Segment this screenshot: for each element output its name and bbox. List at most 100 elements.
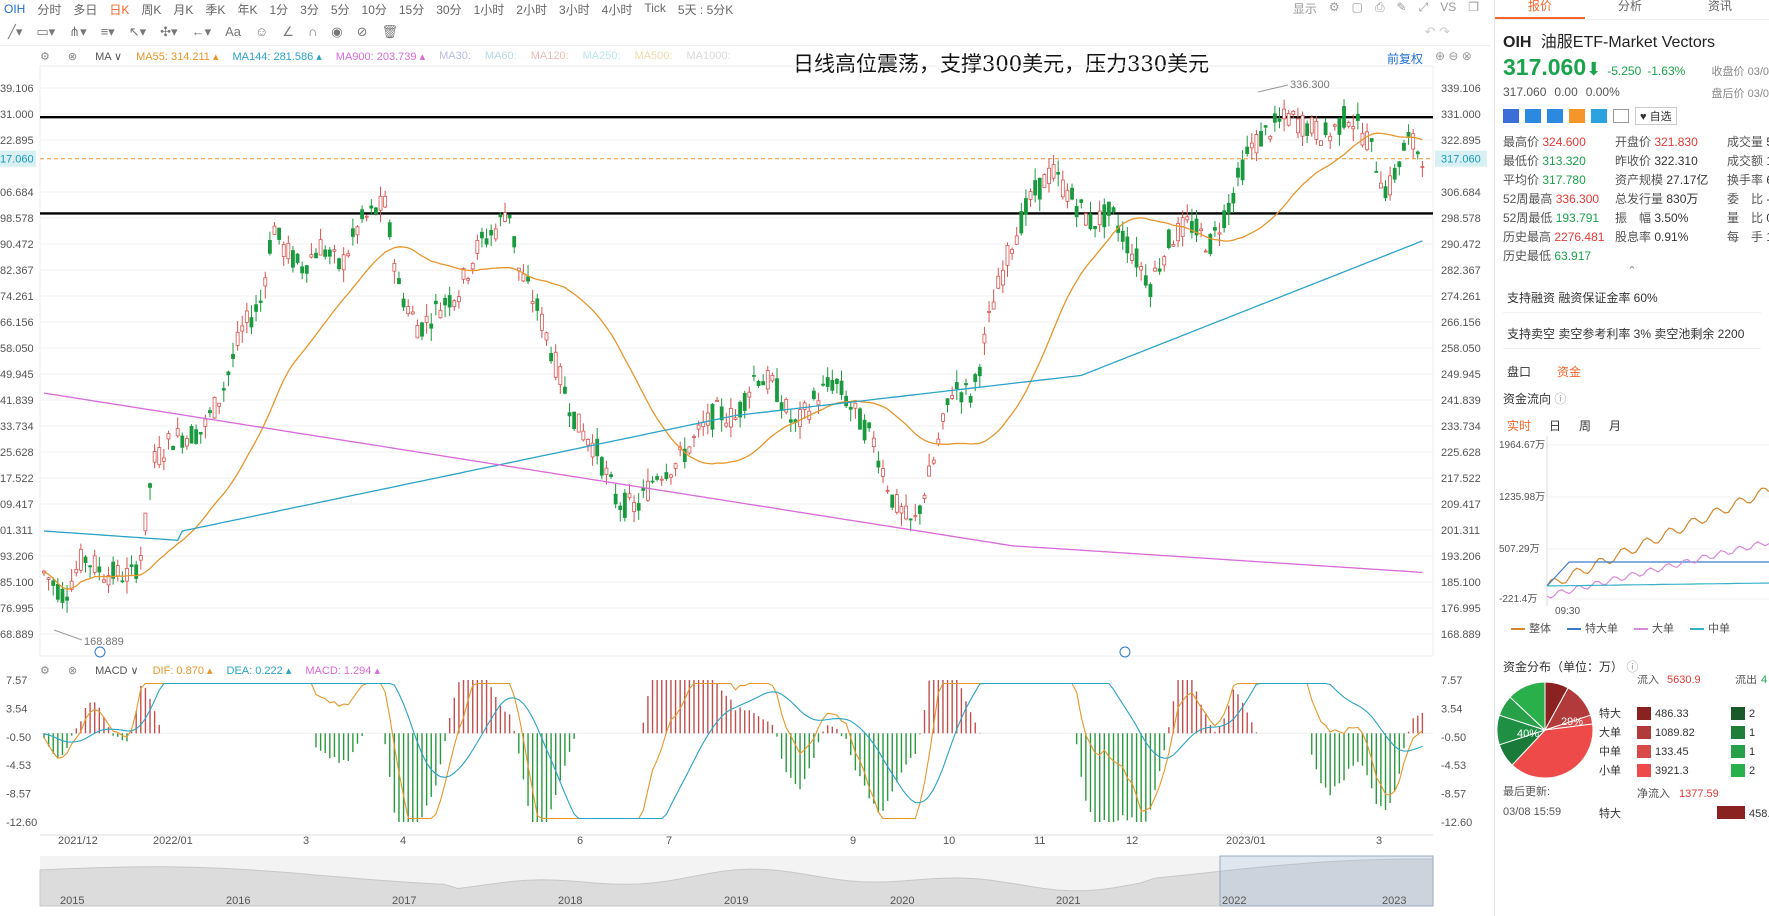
timeframe-11[interactable]: 15分 <box>393 1 430 18</box>
margin-banner[interactable]: 支持融资 融资保证金率 60% <box>1503 283 1761 313</box>
pen-icon[interactable]: ✎ <box>1397 0 1407 17</box>
timeframe-12[interactable]: 30分 <box>430 1 467 18</box>
arrow-tool-icon[interactable]: ↖▾ <box>129 24 146 40</box>
tab-news[interactable]: 资讯 <box>1675 0 1765 19</box>
macd-item-0[interactable]: MACD ∨ <box>95 664 139 677</box>
line-tool-icon[interactable]: ╱▾ <box>8 24 22 40</box>
chart-icon[interactable] <box>1525 109 1541 123</box>
tab-realtime[interactable]: 实时 <box>1507 417 1531 434</box>
ruler-icon[interactable]: ∠ <box>282 24 294 40</box>
tab-quote[interactable]: 报价 <box>1495 0 1585 19</box>
text-tool[interactable]: Aa <box>225 24 241 39</box>
timeframe-1[interactable]: 多日 <box>67 1 103 18</box>
ma-item-5[interactable]: MA60: <box>485 50 517 63</box>
tab-capital[interactable]: 资金 <box>1557 363 1581 380</box>
candle <box>171 445 175 451</box>
flow-legend-item-2[interactable]: 大单 <box>1634 620 1674 636</box>
timeframe-0[interactable]: 分时 <box>31 1 67 18</box>
price-tick: 266.156 <box>1441 317 1481 329</box>
price-chart[interactable]: 339.106331.000322.895306.684298.578290.4… <box>0 0 1490 916</box>
close-icon[interactable]: ⊗ <box>68 664 77 677</box>
candle <box>410 311 415 315</box>
fib-tool-icon[interactable]: ≡▾ <box>101 24 115 40</box>
camera-icon[interactable]: ⎙ <box>1375 0 1385 17</box>
fullscreen-icon[interactable]: ⤢ <box>1419 0 1429 17</box>
candle <box>881 468 885 477</box>
ma-item-3[interactable]: MA900: 203.739 ▴ <box>336 50 425 63</box>
symbol-label[interactable]: OIH <box>0 2 31 16</box>
timeframe-7[interactable]: 1分 <box>263 1 294 18</box>
info-icon[interactable]: ⓘ <box>1554 392 1566 406</box>
update-label: 最后更新: <box>1503 784 1550 798</box>
timeframe-6[interactable]: 年K <box>231 1 263 18</box>
short-banner[interactable]: 支持卖空 卖空参考利率 3% 卖空池剩余 2200 <box>1503 319 1761 349</box>
candle <box>1369 138 1374 142</box>
timeframe-4[interactable]: 月K <box>167 1 199 18</box>
magnet-icon[interactable]: ∩ <box>308 24 317 39</box>
timeframe-15[interactable]: 3小时 <box>553 1 596 18</box>
share-icon[interactable] <box>1591 109 1607 123</box>
dollar-icon[interactable] <box>1547 109 1563 123</box>
back-tool-icon[interactable]: ←▾ <box>192 24 212 40</box>
delete-icon[interactable]: 🗑 <box>382 24 399 40</box>
timeframe-2[interactable]: 日K <box>103 1 135 18</box>
layout-icon[interactable]: ▢ <box>1352 0 1363 17</box>
eye-icon[interactable]: ◉ <box>331 24 342 40</box>
macd-item-1[interactable]: DIF: 0.870 ▴ <box>153 664 213 677</box>
collapse-icon[interactable]: ⌃ <box>1495 264 1769 277</box>
timeframe-10[interactable]: 10分 <box>356 1 393 18</box>
close-icon[interactable]: ⊗ <box>68 50 77 63</box>
watchlist-button[interactable]: ♥ 自选 <box>1635 107 1677 125</box>
chart-annotation[interactable]: 日线高位震荡，支撑300美元，压力330美元 <box>793 48 1209 78</box>
tab-month[interactable]: 月 <box>1609 417 1621 434</box>
timeframe-17[interactable]: Tick <box>638 1 672 18</box>
ma-item-8[interactable]: MA500: <box>635 50 673 63</box>
timeframe-13[interactable]: 1小时 <box>468 1 511 18</box>
net-row-value: 458.0 <box>1749 808 1769 820</box>
settings-icon[interactable]: ⚙ <box>40 664 50 677</box>
ma-item-6[interactable]: MA120: <box>531 50 569 63</box>
macd-item-3[interactable]: MACD: 1.294 ▴ <box>305 664 380 677</box>
flow-legend-item-0[interactable]: 整体 <box>1511 620 1551 636</box>
tab-analysis[interactable]: 分析 <box>1585 0 1675 19</box>
ma-item-1[interactable]: MA55: 314.211 ▴ <box>136 50 218 63</box>
flow-legend-item-3[interactable]: 中单 <box>1690 620 1730 636</box>
timeframe-9[interactable]: 5分 <box>325 1 356 18</box>
tab-day[interactable]: 日 <box>1549 417 1561 434</box>
ma-item-2[interactable]: MA144: 281.586 ▴ <box>232 50 321 63</box>
candle <box>429 323 434 329</box>
fork-tool-icon[interactable]: ⋔▾ <box>69 24 86 40</box>
timeframe-8[interactable]: 3分 <box>294 1 325 18</box>
timeframe-3[interactable]: 周K <box>135 1 167 18</box>
candle <box>1415 151 1420 155</box>
emoji-icon[interactable]: ☺ <box>255 24 268 39</box>
timeframe-16[interactable]: 4小时 <box>596 1 639 18</box>
timeframe-14[interactable]: 2小时 <box>510 1 553 18</box>
timeframe-5[interactable]: 季K <box>199 1 231 18</box>
ma-item-9[interactable]: MA1000: <box>686 50 730 63</box>
undo-icon[interactable]: ↶ ↷ <box>1425 24 1450 40</box>
cross-tool-icon[interactable]: ✣▾ <box>160 24 177 40</box>
ma-item-0[interactable]: MA ∨ <box>95 50 122 63</box>
tab-orderbook[interactable]: 盘口 <box>1507 363 1531 380</box>
flag-icon[interactable] <box>1503 109 1519 123</box>
display-menu[interactable]: 显示 <box>1293 0 1317 17</box>
copy-icon[interactable]: ❐ <box>1468 0 1479 17</box>
info-icon[interactable]: ⓘ <box>1626 660 1638 674</box>
ma-item-4[interactable]: MA30: <box>439 50 471 63</box>
compare-button[interactable]: VS <box>1440 0 1456 17</box>
settings-icon[interactable]: ⚙ <box>1329 0 1340 17</box>
alert-icon[interactable] <box>1569 109 1585 123</box>
flow-legend-item-1[interactable]: 特大单 <box>1567 620 1618 636</box>
rect-tool-icon[interactable]: ▭▾ <box>36 24 55 40</box>
macd-item-2[interactable]: DEA: 0.222 ▴ <box>227 664 292 677</box>
candle <box>152 451 157 463</box>
adjust-button[interactable]: 前复权 <box>1387 50 1423 67</box>
tab-week[interactable]: 周 <box>1579 417 1591 434</box>
timeframe-18[interactable]: 5天 : 5分K <box>672 1 739 18</box>
ma-item-7[interactable]: MA250: <box>583 50 621 63</box>
note-icon[interactable] <box>1613 109 1629 123</box>
settings-icon[interactable]: ⚙ <box>40 50 50 63</box>
flow-chart[interactable]: 1964.67万 1235.98万 507.29万 -221.4万 09:30 <box>1495 436 1769 616</box>
hide-icon[interactable]: ⊘ <box>357 24 368 40</box>
